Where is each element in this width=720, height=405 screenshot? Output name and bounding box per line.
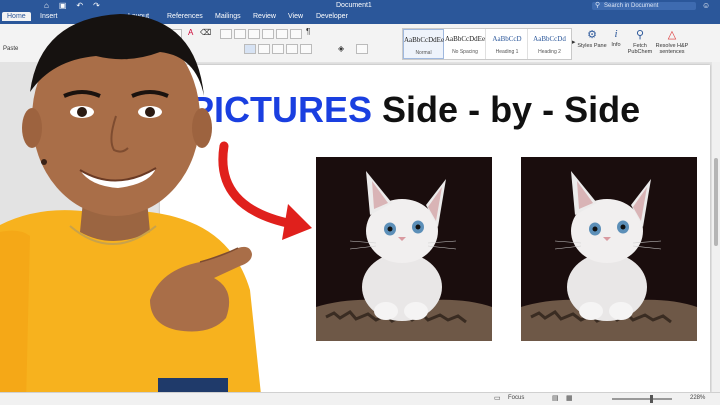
tool-label: Fetch PubChem: [627, 43, 653, 55]
vertical-scrollbar[interactable]: [712, 62, 720, 392]
tab-developer[interactable]: Developer: [316, 13, 348, 20]
share-icon[interactable]: ☺: [702, 1, 710, 10]
scrollbar-thumb[interactable]: [714, 158, 718, 246]
resolve-hp-button[interactable]: △ Resolve H&P sentences: [652, 26, 692, 60]
style-name: Heading 2: [538, 49, 561, 55]
print-layout-icon[interactable]: ▤: [552, 394, 559, 402]
style-heading-2[interactable]: AaBbCcDd Heading 2: [529, 29, 570, 59]
warning-icon: △: [667, 29, 677, 41]
style-name: No Spacing: [452, 49, 478, 55]
search-placeholder: Search in Document: [604, 3, 659, 9]
style-preview: AaBbCcDdEe: [445, 35, 486, 43]
shading-icon[interactable]: ◈: [338, 44, 344, 53]
web-layout-icon[interactable]: ▦: [566, 394, 573, 402]
style-no-spacing[interactable]: AaBbCcDdEe No Spacing: [445, 29, 486, 59]
borders-button[interactable]: [356, 44, 368, 54]
style-normal[interactable]: AaBbCcDdEe Normal: [403, 29, 444, 59]
zoom-slider-knob[interactable]: [650, 395, 653, 403]
document-title: Document1: [336, 2, 372, 9]
kitten-photo-left[interactable]: [316, 157, 492, 341]
style-name: Normal: [415, 50, 432, 56]
style-heading-1[interactable]: AaBbCcD Heading 1: [487, 29, 528, 59]
search-icon: ⚲: [595, 2, 601, 9]
style-name: Heading 1: [495, 49, 519, 55]
heading-side-by-side: Side - by - Side: [382, 89, 641, 130]
zoom-level: 228%: [690, 395, 706, 401]
style-preview: AaBbCcDdEe: [404, 36, 445, 44]
focus-icon[interactable]: ▭: [494, 394, 501, 402]
focus-button[interactable]: Focus: [508, 395, 524, 401]
tool-label: Resolve H&P sentences: [655, 43, 689, 55]
status-bar: ▭ Focus ▤ ▦ 228%: [0, 392, 720, 405]
kitten-photo-right[interactable]: [521, 157, 697, 341]
tool-label: Info: [611, 42, 621, 48]
styles-gallery: AaBbCcDdEe Normal AaBbCcDdEe No Spacing …: [402, 28, 572, 60]
search-box[interactable]: ⚲ Search in Document: [592, 2, 696, 10]
zoom-slider[interactable]: [612, 398, 672, 400]
presenter-figure: [0, 14, 262, 404]
style-preview: AaBbCcDd: [533, 35, 566, 43]
style-preview: AaBbCcD: [492, 35, 522, 43]
